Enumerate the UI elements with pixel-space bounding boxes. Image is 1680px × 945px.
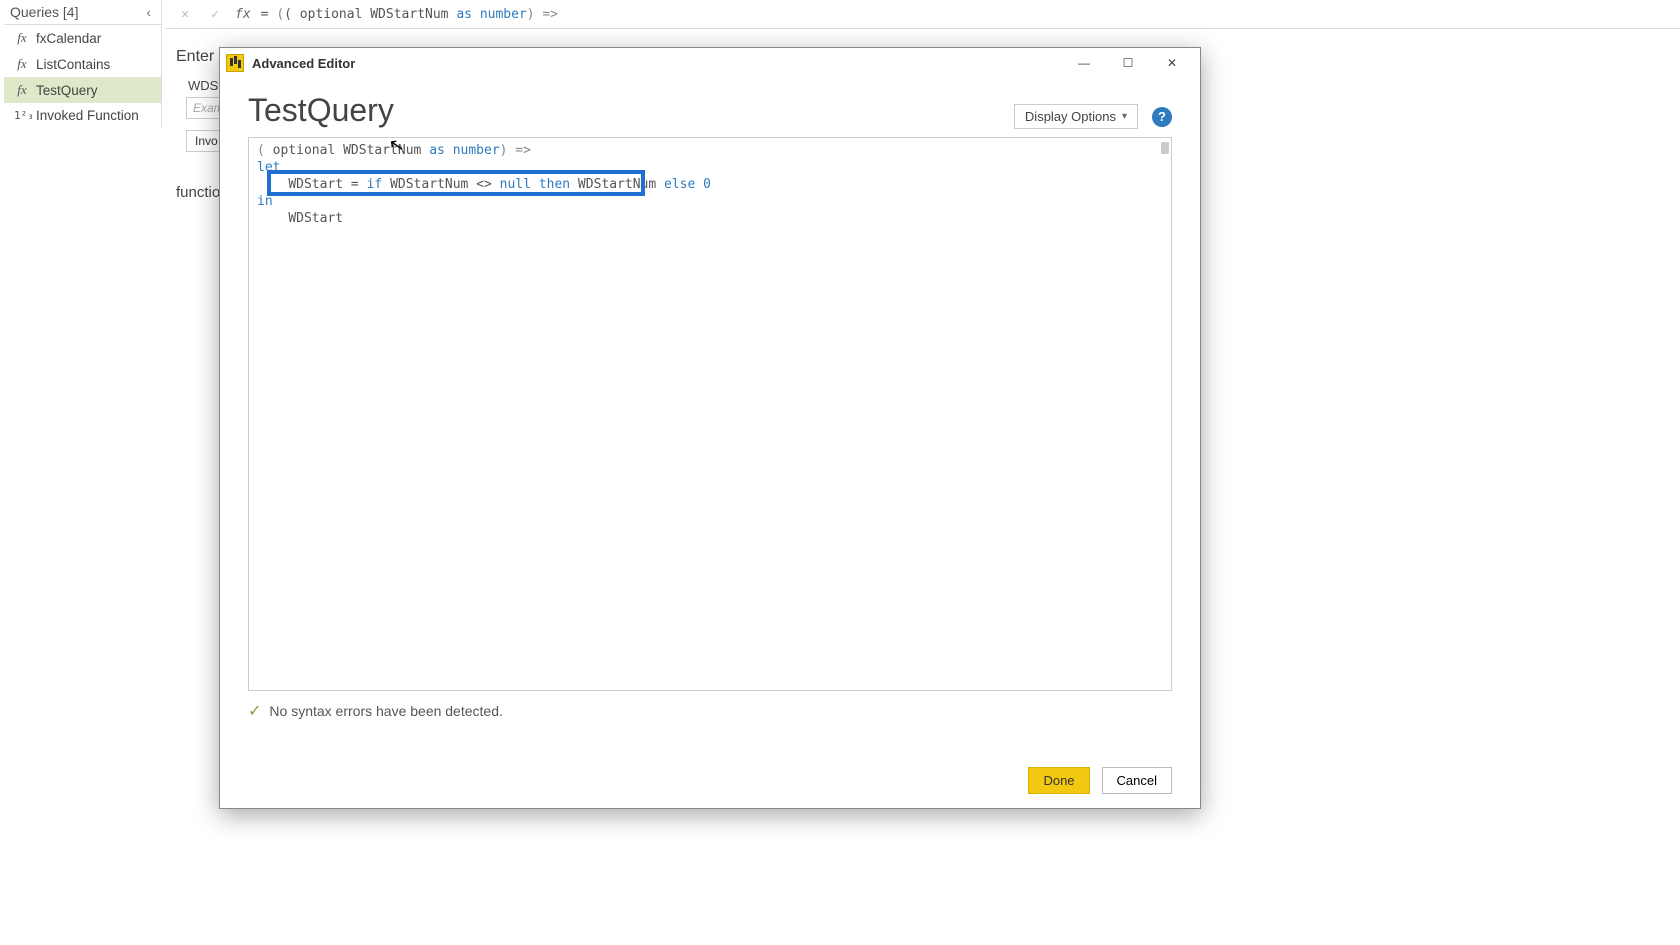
fx-icon[interactable]: fx: [235, 7, 251, 22]
maximize-button[interactable]: ☐: [1106, 49, 1150, 77]
chevron-down-icon: ▾: [1122, 111, 1127, 122]
number-icon: 1²₃: [14, 109, 30, 122]
checkmark-icon: ✓: [248, 701, 261, 721]
queries-header: Queries [4] ‹: [4, 0, 161, 25]
query-item-label: ListContains: [36, 57, 110, 72]
commit-edit-icon[interactable]: ✓: [205, 7, 225, 22]
function-icon: fx: [14, 30, 30, 46]
close-button[interactable]: ✕: [1150, 49, 1194, 77]
help-icon[interactable]: ?: [1152, 107, 1172, 127]
minimize-button[interactable]: —: [1062, 49, 1106, 77]
query-item-fxcalendar[interactable]: fx fxCalendar: [4, 25, 161, 51]
query-item-testquery[interactable]: fx TestQuery: [4, 77, 161, 103]
function-icon: fx: [14, 82, 30, 98]
query-item-invoked-function[interactable]: 1²₃ Invoked Function: [4, 103, 161, 128]
query-title: TestQuery: [248, 92, 394, 129]
query-item-listcontains[interactable]: fx ListContains: [4, 51, 161, 77]
syntax-status: ✓ No syntax errors have been detected.: [248, 701, 1172, 721]
enter-parameter-label: Enter: [176, 48, 214, 66]
queries-panel: Queries [4] ‹ fx fxCalendar fx ListConta…: [4, 0, 162, 128]
scrollbar-thumb[interactable]: [1161, 142, 1169, 154]
query-item-label: Invoked Function: [36, 108, 139, 123]
code-editor[interactable]: ( optional WDStartNum as number) => let …: [248, 137, 1172, 691]
cancel-button[interactable]: Cancel: [1102, 767, 1172, 794]
collapse-panel-chevron-icon[interactable]: ‹: [142, 4, 155, 20]
cancel-edit-icon[interactable]: ✕: [175, 7, 195, 22]
display-options-label: Display Options: [1025, 109, 1116, 124]
query-item-label: fxCalendar: [36, 31, 101, 46]
dialog-titlebar[interactable]: Advanced Editor — ☐ ✕: [220, 48, 1200, 78]
queries-title: Queries [4]: [10, 4, 78, 20]
powerbi-app-icon: [226, 54, 244, 72]
advanced-editor-dialog: Advanced Editor — ☐ ✕ TestQuery Display …: [219, 47, 1201, 809]
display-options-dropdown[interactable]: Display Options ▾: [1014, 104, 1138, 129]
dialog-window-title: Advanced Editor: [252, 56, 355, 71]
query-item-label: TestQuery: [36, 83, 98, 98]
formula-text[interactable]: = (( optional WDStartNum as number) =>: [261, 7, 558, 22]
done-button[interactable]: Done: [1028, 767, 1089, 794]
formula-bar: ✕ ✓ fx = (( optional WDStartNum as numbe…: [165, 0, 1680, 29]
function-icon: fx: [14, 56, 30, 72]
status-text: No syntax errors have been detected.: [269, 703, 502, 719]
